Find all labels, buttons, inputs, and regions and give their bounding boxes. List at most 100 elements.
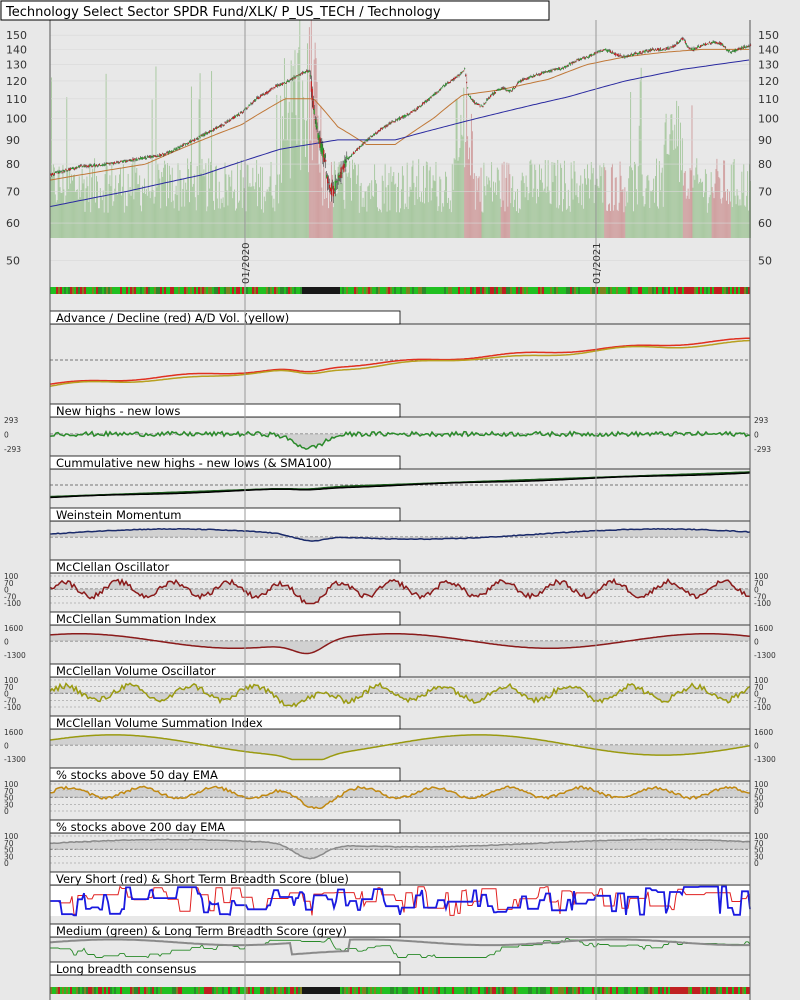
volume-bar [293,74,295,239]
volume-bar [153,203,155,238]
candle-body [694,48,696,50]
volume-bar [625,206,627,238]
volume-bar [159,178,161,238]
strip-segment [486,987,488,994]
volume-bar [453,158,455,238]
volume-bar [262,212,264,238]
strip-segment [558,287,560,294]
volume-bar [715,169,717,238]
volume-bar [748,210,750,238]
strip-segment [668,987,670,994]
strip-segment [524,987,526,994]
strip-segment [154,987,156,994]
volume-bar [474,209,476,238]
volume-bar [74,191,76,238]
strip-segment [84,987,86,994]
strip-segment [188,287,190,294]
candle-body [52,174,54,176]
volume-bar [660,172,662,238]
strip-segment [138,987,140,994]
strip-segment [624,987,626,994]
candle-body [109,163,111,165]
volume-bar [270,161,272,238]
candle-body [420,106,422,108]
strip-segment [742,287,744,294]
volume-bar [538,196,540,238]
candle-body [501,88,503,90]
volume-bar [251,186,253,238]
volume-bar [645,188,647,238]
candle-body [269,89,271,92]
strip-segment [196,987,198,994]
strip-segment [440,287,442,294]
volume-bar [668,154,670,238]
volume-bar [385,187,387,238]
volume-bar [365,191,367,238]
volume-bar [96,175,97,238]
strip-segment [162,287,164,294]
candle-body [197,138,199,140]
volume-bar [145,189,147,238]
volume-bar [230,186,232,238]
volume-bar [394,184,396,238]
volume-bar [546,186,548,238]
strip-segment [254,287,256,294]
candle-body [513,87,515,89]
strip-segment [284,987,286,994]
candle-body [330,183,333,196]
strip-segment [390,987,392,994]
strip-segment [420,287,422,294]
strip-segment [528,987,530,994]
strip-segment [460,987,462,994]
candle-body [367,138,369,141]
volume-bar [458,157,460,238]
strip-segment [278,987,280,994]
volume-bar [450,212,452,238]
volume-bar [197,195,199,238]
volume-bar [372,195,374,238]
strip-segment [746,987,748,994]
strip-segment [600,987,602,994]
volume-bar [730,164,732,238]
candle-body [360,145,362,147]
strip-segment [554,987,556,994]
volume-bar [745,206,747,238]
panel-label: Medium (green) & Long Term Breadth Score… [56,924,347,938]
candle-body [371,136,373,137]
strip-segment [680,987,682,994]
strip-segment [216,987,218,994]
strip-segment [166,987,168,994]
strip-segment [104,287,106,294]
strip-segment [548,287,550,294]
strip-segment [468,987,470,994]
volume-bar [456,99,458,238]
candle-body [234,115,237,118]
strip-segment [298,987,300,994]
volume-bar [413,182,415,238]
strip-segment [684,987,686,994]
strip-segment [516,287,518,294]
strip-segment [248,987,250,994]
volume-bar [679,182,680,238]
strip-segment [348,987,350,994]
strip-segment [550,287,552,294]
candle-body [252,102,254,104]
strip-segment [662,987,664,994]
strip-segment [340,987,342,994]
strip-segment [488,287,490,294]
strip-segment [64,987,66,994]
strip-segment [296,987,298,994]
volume-bar [203,169,205,238]
candle-body [309,75,311,77]
strip-segment [274,987,276,994]
strip-segment [170,287,172,294]
strip-segment [584,987,586,994]
volume-bar [623,212,625,238]
strip-segment [530,987,532,994]
strip-segment [82,987,84,994]
volume-bar [292,65,294,238]
strip-segment [204,987,206,994]
strip-segment [494,287,496,294]
candle-body [641,52,643,54]
volume-bar [630,92,632,238]
